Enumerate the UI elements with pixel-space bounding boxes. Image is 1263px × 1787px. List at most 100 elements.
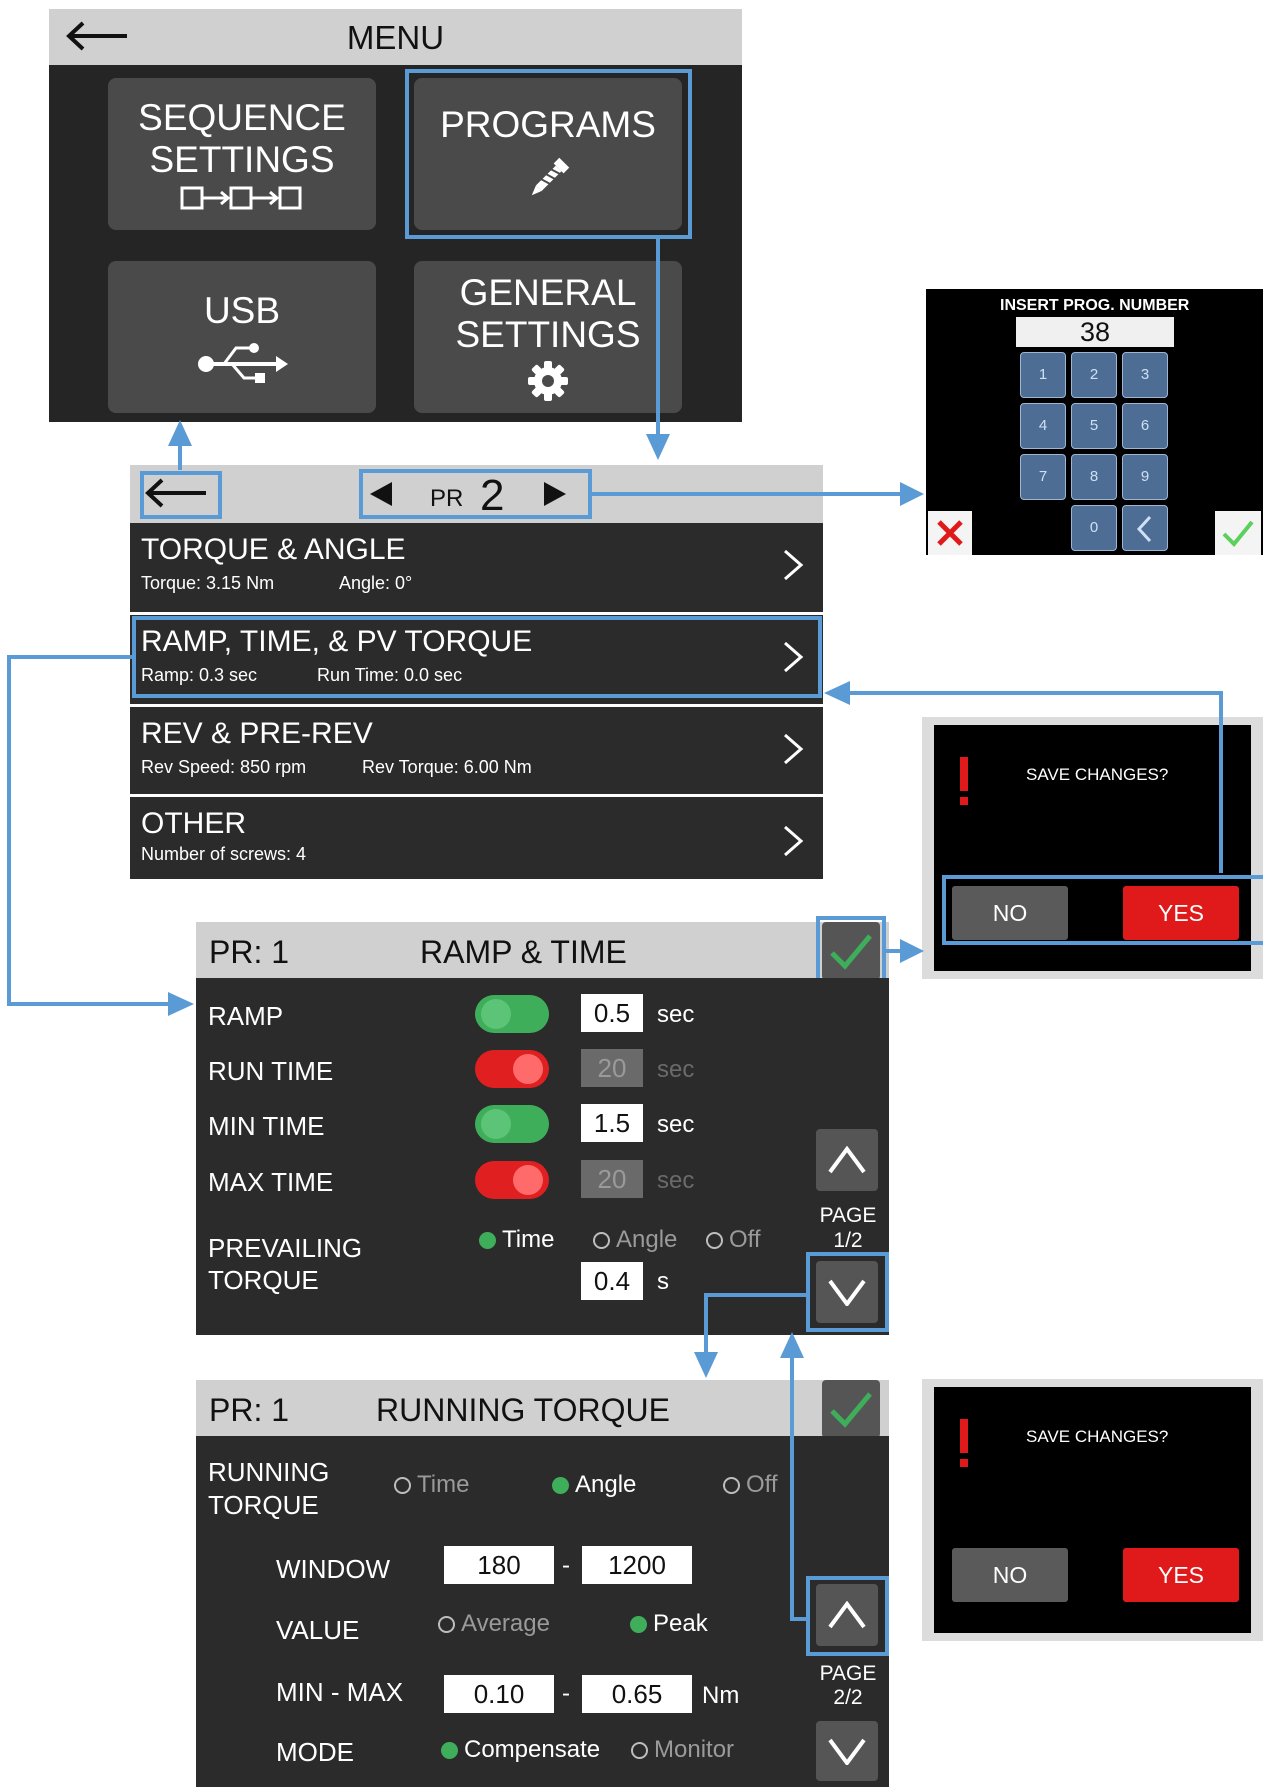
yes-button[interactable]: YES xyxy=(1123,1548,1239,1602)
radio-label: Angle xyxy=(575,1471,637,1498)
sequence-settings-tile[interactable]: SEQUENCE SETTINGS xyxy=(108,78,376,230)
window-min-value[interactable]: 180 xyxy=(444,1546,554,1584)
rev-prerev-item[interactable]: REV & PRE-REV Rev Speed: 850 rpm Rev Tor… xyxy=(130,707,823,794)
save-dialog-1: SAVE CHANGES? NO YES xyxy=(922,717,1263,979)
confirm-button[interactable] xyxy=(1215,511,1261,555)
key-7[interactable]: 7 xyxy=(1020,454,1066,500)
key-8[interactable]: 8 xyxy=(1071,454,1117,500)
max-time-value: 20 xyxy=(581,1160,643,1198)
cancel-button[interactable] xyxy=(928,511,972,555)
window-max-value[interactable]: 1200 xyxy=(582,1546,692,1584)
prevailing-time-radio[interactable]: Time xyxy=(479,1226,554,1254)
radio-unselected-icon xyxy=(394,1476,411,1494)
no-button[interactable]: NO xyxy=(952,1548,1068,1602)
ramp-header: PR: 1 RAMP & TIME xyxy=(196,922,889,978)
dialog-message: SAVE CHANGES? xyxy=(1026,765,1169,784)
chevron-right-icon xyxy=(784,733,804,765)
back-highlight xyxy=(140,471,222,519)
ramp-time-screen: PR: 1 RAMP & TIME RAMP 0.5 sec RUN TIME … xyxy=(196,916,889,1335)
window-label: WINDOW xyxy=(276,1554,391,1584)
chevron-up-icon xyxy=(828,1146,866,1174)
check-icon xyxy=(830,1392,872,1428)
max-time-label: MAX TIME xyxy=(208,1167,334,1197)
item-sub: Rev Torque: 6.00 Nm xyxy=(362,757,532,777)
menu-screen: MENU SEQUENCE SETTINGS PROGRAMS USB GENE… xyxy=(49,9,742,422)
mode-label: MODE xyxy=(276,1737,354,1767)
min-time-toggle[interactable] xyxy=(475,1105,549,1143)
pr-indicator: PR: 1 xyxy=(209,934,290,970)
running-time-radio[interactable]: Time xyxy=(394,1471,469,1499)
save-check-button[interactable] xyxy=(822,1380,880,1438)
mode-monitor-radio[interactable]: Monitor xyxy=(631,1736,734,1764)
dialog-message: SAVE CHANGES? xyxy=(1026,1427,1169,1446)
prevailing-label: TORQUE xyxy=(208,1265,319,1295)
running-off-radio[interactable]: Off xyxy=(723,1471,778,1499)
tile-label: USB xyxy=(203,290,281,331)
radio-label: Angle xyxy=(616,1226,678,1253)
keypad-popup: INSERT PROG. NUMBER 38 1 2 3 4 5 6 7 8 9… xyxy=(926,289,1263,555)
prevailing-value[interactable]: 0.4 xyxy=(581,1262,643,1300)
radio-label: Peak xyxy=(653,1610,708,1637)
chevron-down-icon xyxy=(828,1738,866,1765)
item-title: OTHER xyxy=(141,807,246,840)
other-item[interactable]: OTHER Number of screws: 4 xyxy=(130,797,823,879)
page-label: PAGE xyxy=(819,1662,877,1685)
radio-selected-icon xyxy=(479,1231,496,1249)
radio-label: Average xyxy=(461,1610,550,1637)
page-number: 1/2 xyxy=(833,1229,863,1252)
key-1[interactable]: 1 xyxy=(1020,352,1066,398)
backspace-icon xyxy=(1136,515,1152,543)
key-5[interactable]: 5 xyxy=(1071,403,1117,449)
save-check-highlight xyxy=(816,916,886,982)
alert-icon-dot xyxy=(960,1459,968,1467)
torque-min-value[interactable]: 0.10 xyxy=(444,1675,554,1713)
value-peak-radio[interactable]: Peak xyxy=(630,1610,708,1638)
backspace-key[interactable] xyxy=(1122,505,1168,551)
mode-compensate-radio[interactable]: Compensate xyxy=(441,1736,600,1764)
general-settings-tile[interactable]: GENERAL SETTINGS xyxy=(414,261,682,413)
key-9[interactable]: 9 xyxy=(1122,454,1168,500)
ramp-unit: sec xyxy=(657,1001,695,1028)
radio-unselected-icon xyxy=(723,1476,740,1494)
radio-selected-icon xyxy=(630,1615,647,1633)
alert-icon-dot xyxy=(960,797,968,805)
min-time-value[interactable]: 1.5 xyxy=(581,1104,643,1142)
key-6[interactable]: 6 xyxy=(1122,403,1168,449)
value-label: VALUE xyxy=(276,1615,360,1645)
menu-header: MENU xyxy=(49,9,742,65)
running-torque-label: RUNNING xyxy=(208,1457,330,1487)
torque-max-value[interactable]: 0.65 xyxy=(582,1675,692,1713)
keypad-display: 38 xyxy=(1016,317,1174,347)
torque-angle-item[interactable]: TORQUE & ANGLE Torque: 3.15 Nm Angle: 0° xyxy=(130,523,823,612)
usb-tile[interactable]: USB xyxy=(108,261,376,413)
dialog-box: SAVE CHANGES? NO YES xyxy=(922,1379,1263,1641)
prevailing-off-radio[interactable]: Off xyxy=(706,1226,761,1254)
radio-label: Time xyxy=(417,1471,470,1498)
max-time-toggle[interactable] xyxy=(475,1161,549,1199)
running-angle-radio[interactable]: Angle xyxy=(552,1471,636,1499)
radio-label: Compensate xyxy=(464,1736,601,1763)
page-down-button[interactable] xyxy=(816,1721,878,1781)
item-sub: Rev Speed: 850 rpm xyxy=(141,757,307,777)
key-4[interactable]: 4 xyxy=(1020,403,1066,449)
sequence-icon xyxy=(180,186,302,210)
usb-icon xyxy=(198,343,288,383)
key-0[interactable]: 0 xyxy=(1071,505,1117,551)
page-up-button[interactable] xyxy=(816,1129,878,1191)
max-time-unit: sec xyxy=(657,1167,695,1194)
prevailing-angle-radio[interactable]: Angle xyxy=(593,1226,677,1254)
radio-label: Time xyxy=(502,1226,555,1253)
value-average-radio[interactable]: Average xyxy=(438,1610,550,1638)
run-time-toggle[interactable] xyxy=(475,1050,549,1088)
run-time-label: RUN TIME xyxy=(208,1056,334,1086)
ramp-value[interactable]: 0.5 xyxy=(581,994,643,1032)
radio-unselected-icon xyxy=(438,1615,455,1633)
chevron-right-icon xyxy=(784,825,804,857)
key-2[interactable]: 2 xyxy=(1071,352,1117,398)
radio-label: Off xyxy=(729,1226,761,1253)
tile-label: SEQUENCE xyxy=(138,97,346,138)
item-title: REV & PRE-REV xyxy=(141,717,373,750)
ramp-toggle[interactable] xyxy=(475,995,549,1033)
key-3[interactable]: 3 xyxy=(1122,352,1168,398)
prevailing-unit: s xyxy=(657,1268,669,1295)
